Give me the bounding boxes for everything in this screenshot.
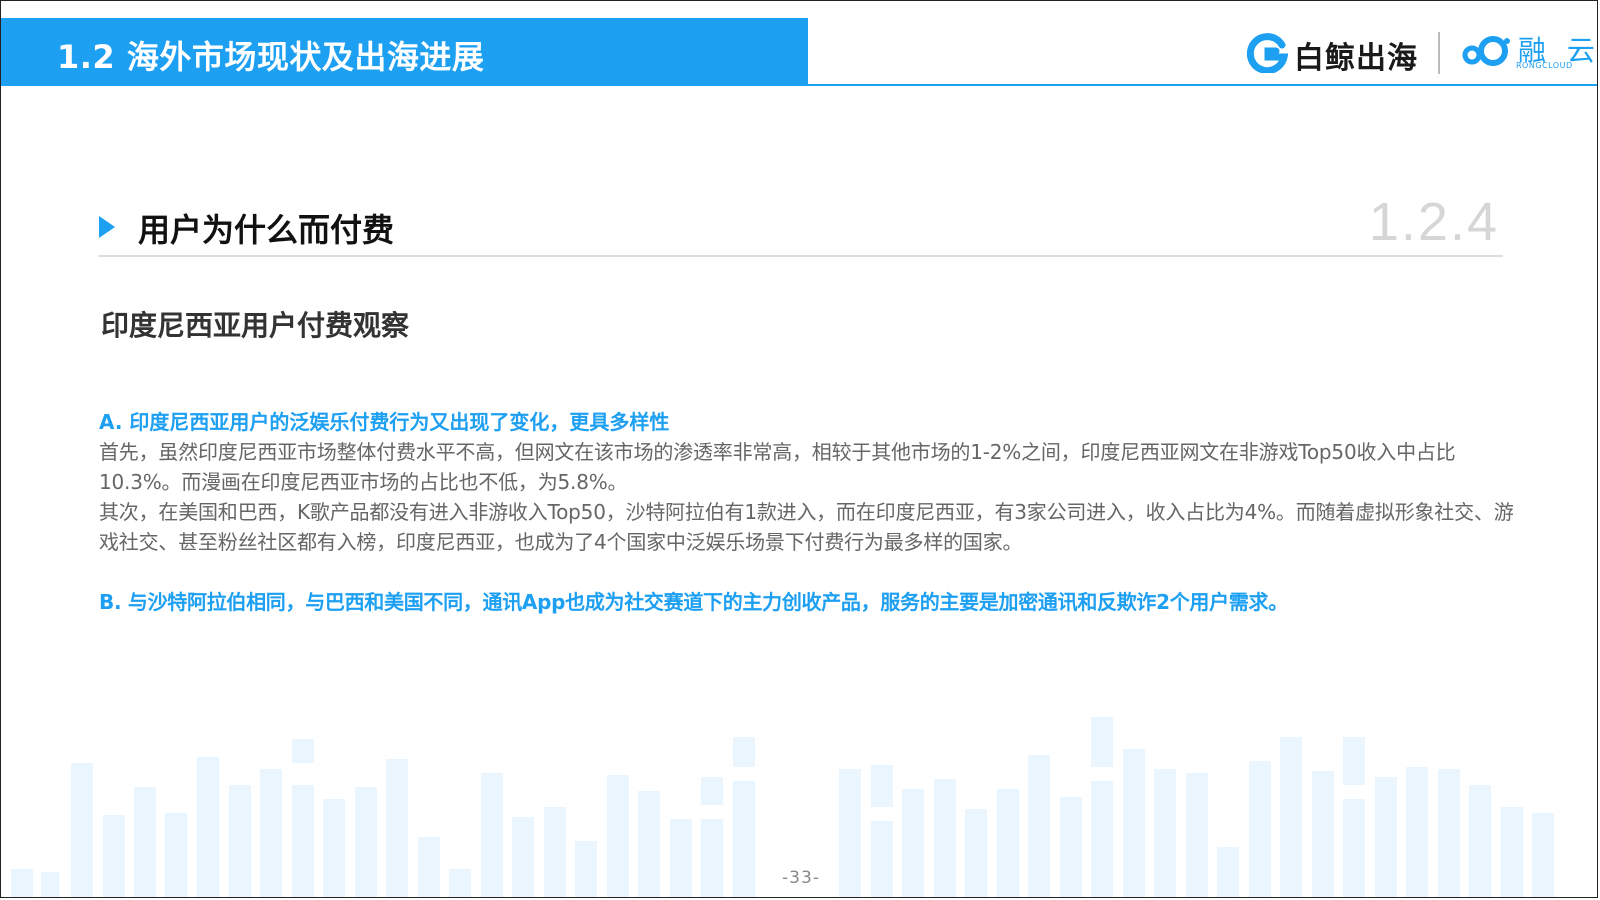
slide: 1.2 海外市场现状及出海进展 白鲸出海 融 云 RONGCLOUD 用户为什么… [0, 0, 1598, 898]
triangle-marker-icon [99, 216, 115, 238]
point-b-heading: B. 与沙特阿拉伯相同，与巴西和美国不同，通讯App也成为社交赛道下的主力创收产… [99, 590, 1288, 614]
page-number: -33- [782, 868, 820, 888]
point-a-paragraph-2: 其次，在美国和巴西，K歌产品都没有进入非游收入Top50，沙特阿拉伯有1款进入，… [99, 500, 1514, 554]
content-body: A. 印度尼西亚用户的泛娱乐付费行为又出现了变化，更具多样性 首先，虽然印度尼西… [99, 407, 1519, 617]
rongcloud-logo-subtext: RONGCLOUD [1516, 61, 1573, 70]
page-subtitle: 印度尼西亚用户付费观察 [101, 309, 410, 342]
point-a-heading: A. 印度尼西亚用户的泛娱乐付费行为又出现了变化，更具多样性 [99, 410, 670, 434]
section-number: 1.2.4 [1368, 192, 1499, 252]
point-a-paragraph-1: 首先，虽然印度尼西亚市场整体付费水平不高，但网文在该市场的渗透率非常高，相较于其… [99, 440, 1456, 494]
logo-divider [1438, 32, 1440, 74]
section-divider [99, 255, 1503, 257]
header-title: 1.2 海外市场现状及出海进展 [57, 38, 485, 76]
baijing-logo-text: 白鲸出海 [1294, 41, 1418, 76]
baijing-logo-icon [1246, 33, 1288, 73]
rongcloud-logo-icon [1462, 36, 1510, 66]
section-title: 用户为什么而付费 [138, 211, 395, 249]
header-bar: 1.2 海外市场现状及出海进展 [1, 18, 808, 86]
